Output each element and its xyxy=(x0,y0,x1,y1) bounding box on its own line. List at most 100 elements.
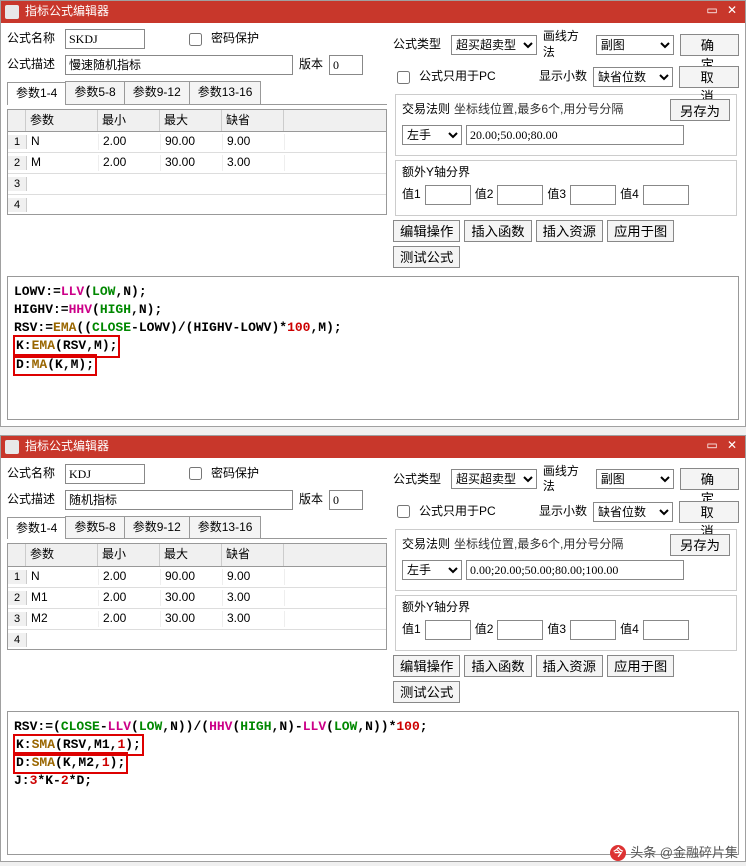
formula-name-label: 公式名称 xyxy=(7,466,59,482)
formula-name-input[interactable] xyxy=(65,464,145,484)
extra-y-input[interactable] xyxy=(497,185,543,205)
grid-cell[interactable]: 90.00 xyxy=(161,569,223,585)
tab-params[interactable]: 参数13-16 xyxy=(189,81,262,104)
minimize-icon[interactable]: ▭ xyxy=(703,438,721,454)
insert-res-button[interactable]: 插入资源 xyxy=(536,655,603,677)
grid-cell[interactable]: 3.00 xyxy=(223,155,285,171)
edit-button[interactable]: 编辑操作 xyxy=(393,655,460,677)
grid-cell[interactable]: 90.00 xyxy=(161,134,223,150)
tab-params[interactable]: 参数13-16 xyxy=(189,516,262,539)
grid-cell[interactable]: 2.00 xyxy=(99,569,161,585)
pwd-protect-checkbox[interactable] xyxy=(189,467,202,480)
extra-y-input[interactable] xyxy=(643,620,689,640)
param-tabs: 参数1-4参数5-8参数9-12参数13-16 xyxy=(7,81,387,105)
hand-select[interactable]: 左手 xyxy=(402,560,462,580)
extra-y-input[interactable] xyxy=(570,620,616,640)
app-icon xyxy=(5,440,19,454)
edit-button[interactable]: 编辑操作 xyxy=(393,220,460,242)
rule-value-input[interactable] xyxy=(466,560,684,580)
extra-y-input[interactable] xyxy=(643,185,689,205)
pwd-protect-checkbox[interactable] xyxy=(189,33,202,46)
decimals-select[interactable]: 缺省位数 xyxy=(593,502,673,522)
version-label: 版本 xyxy=(299,492,323,508)
grid-cell[interactable]: 9.00 xyxy=(223,569,285,585)
grid-cell[interactable]: 3.00 xyxy=(223,611,285,627)
decimals-select[interactable]: 缺省位数 xyxy=(593,67,673,87)
extra-y-input[interactable] xyxy=(497,620,543,640)
decimals-label: 显示小数 xyxy=(539,69,587,85)
grid-cell[interactable]: N xyxy=(27,134,99,150)
grid-header: 参数 xyxy=(26,110,98,132)
apply-button[interactable]: 应用于图 xyxy=(607,655,674,677)
grid-cell[interactable]: 2.00 xyxy=(99,611,161,627)
save-as-button[interactable]: 另存为 xyxy=(670,534,730,556)
grid-header: 最小 xyxy=(98,544,160,566)
save-as-button[interactable]: 另存为 xyxy=(670,99,730,121)
formula-type-label: 公式类型 xyxy=(393,37,445,53)
grid-cell[interactable]: 2.00 xyxy=(99,155,161,171)
draw-method-select[interactable]: 副图 xyxy=(596,35,674,55)
apply-button[interactable]: 应用于图 xyxy=(607,220,674,242)
grid-cell[interactable]: 30.00 xyxy=(161,155,223,171)
test-button[interactable]: 测试公式 xyxy=(393,681,460,703)
grid-cell[interactable]: 2.00 xyxy=(99,590,161,606)
pc-only-checkbox[interactable] xyxy=(397,505,410,518)
formula-name-input[interactable] xyxy=(65,29,145,49)
tab-params[interactable]: 参数5-8 xyxy=(65,516,124,539)
row-number: 3 xyxy=(8,177,27,191)
row-number: 4 xyxy=(8,633,27,647)
grid-cell[interactable]: 30.00 xyxy=(161,611,223,627)
test-button[interactable]: 测试公式 xyxy=(393,246,460,268)
formula-type-select[interactable]: 超买超卖型 xyxy=(451,35,537,55)
grid-cell[interactable]: 30.00 xyxy=(161,590,223,606)
draw-method-select[interactable]: 副图 xyxy=(596,469,674,489)
grid-header: 参数 xyxy=(26,544,98,566)
titlebar: 指标公式编辑器▭✕ xyxy=(1,436,745,458)
grid-cell[interactable]: 3.00 xyxy=(223,590,285,606)
desc-input[interactable] xyxy=(65,55,293,75)
close-icon[interactable]: ✕ xyxy=(723,3,741,19)
close-icon[interactable]: ✕ xyxy=(723,438,741,454)
desc-input[interactable] xyxy=(65,490,293,510)
ok-button[interactable]: 确 定 xyxy=(680,34,739,56)
extra-y-field-label: 值3 xyxy=(547,187,566,203)
formula-type-select[interactable]: 超买超卖型 xyxy=(451,469,537,489)
formula-type-label: 公式类型 xyxy=(393,472,445,488)
ok-button[interactable]: 确 定 xyxy=(680,468,739,490)
hand-select[interactable]: 左手 xyxy=(402,125,462,145)
grid-cell[interactable]: 9.00 xyxy=(223,134,285,150)
grid-header: 最小 xyxy=(98,110,160,132)
param-grid: 参数最小最大缺省1N2.0090.009.002M2.0030.003.0034 xyxy=(7,109,387,216)
cancel-button[interactable]: 取 消 xyxy=(679,66,739,88)
app-icon xyxy=(5,5,19,19)
tab-params[interactable]: 参数9-12 xyxy=(124,81,190,104)
version-input[interactable] xyxy=(329,55,363,75)
tab-params[interactable]: 参数9-12 xyxy=(124,516,190,539)
grid-cell[interactable]: 2.00 xyxy=(99,134,161,150)
rule-value-input[interactable] xyxy=(466,125,684,145)
grid-header: 最大 xyxy=(160,544,222,566)
cancel-button[interactable]: 取 消 xyxy=(679,501,739,523)
insert-fn-button[interactable]: 插入函数 xyxy=(464,220,531,242)
rule-hint: 坐标线位置,最多6个,用分号分隔 xyxy=(454,102,623,118)
version-input[interactable] xyxy=(329,490,363,510)
tab-params[interactable]: 参数5-8 xyxy=(65,81,124,104)
extra-y-field-label: 值1 xyxy=(402,187,421,203)
minimize-icon[interactable]: ▭ xyxy=(703,3,721,19)
row-number: 2 xyxy=(8,156,27,170)
extra-y-input[interactable] xyxy=(425,620,471,640)
extra-y-input[interactable] xyxy=(425,185,471,205)
grid-cell[interactable]: M1 xyxy=(27,590,99,606)
grid-cell[interactable]: M2 xyxy=(27,611,99,627)
code-editor[interactable]: LOWV:=LLV(LOW,N); HIGHV:=HHV(HIGH,N); RS… xyxy=(7,276,739,420)
tab-params[interactable]: 参数1-4 xyxy=(7,82,66,105)
extra-y-field-label: 值3 xyxy=(547,622,566,638)
grid-cell[interactable]: N xyxy=(27,569,99,585)
extra-y-input[interactable] xyxy=(570,185,616,205)
tab-params[interactable]: 参数1-4 xyxy=(7,517,66,540)
insert-res-button[interactable]: 插入资源 xyxy=(536,220,603,242)
grid-cell[interactable]: M xyxy=(27,155,99,171)
code-editor[interactable]: RSV:=(CLOSE-LLV(LOW,N))/(HHV(HIGH,N)-LLV… xyxy=(7,711,739,855)
insert-fn-button[interactable]: 插入函数 xyxy=(464,655,531,677)
pc-only-checkbox[interactable] xyxy=(397,71,410,84)
